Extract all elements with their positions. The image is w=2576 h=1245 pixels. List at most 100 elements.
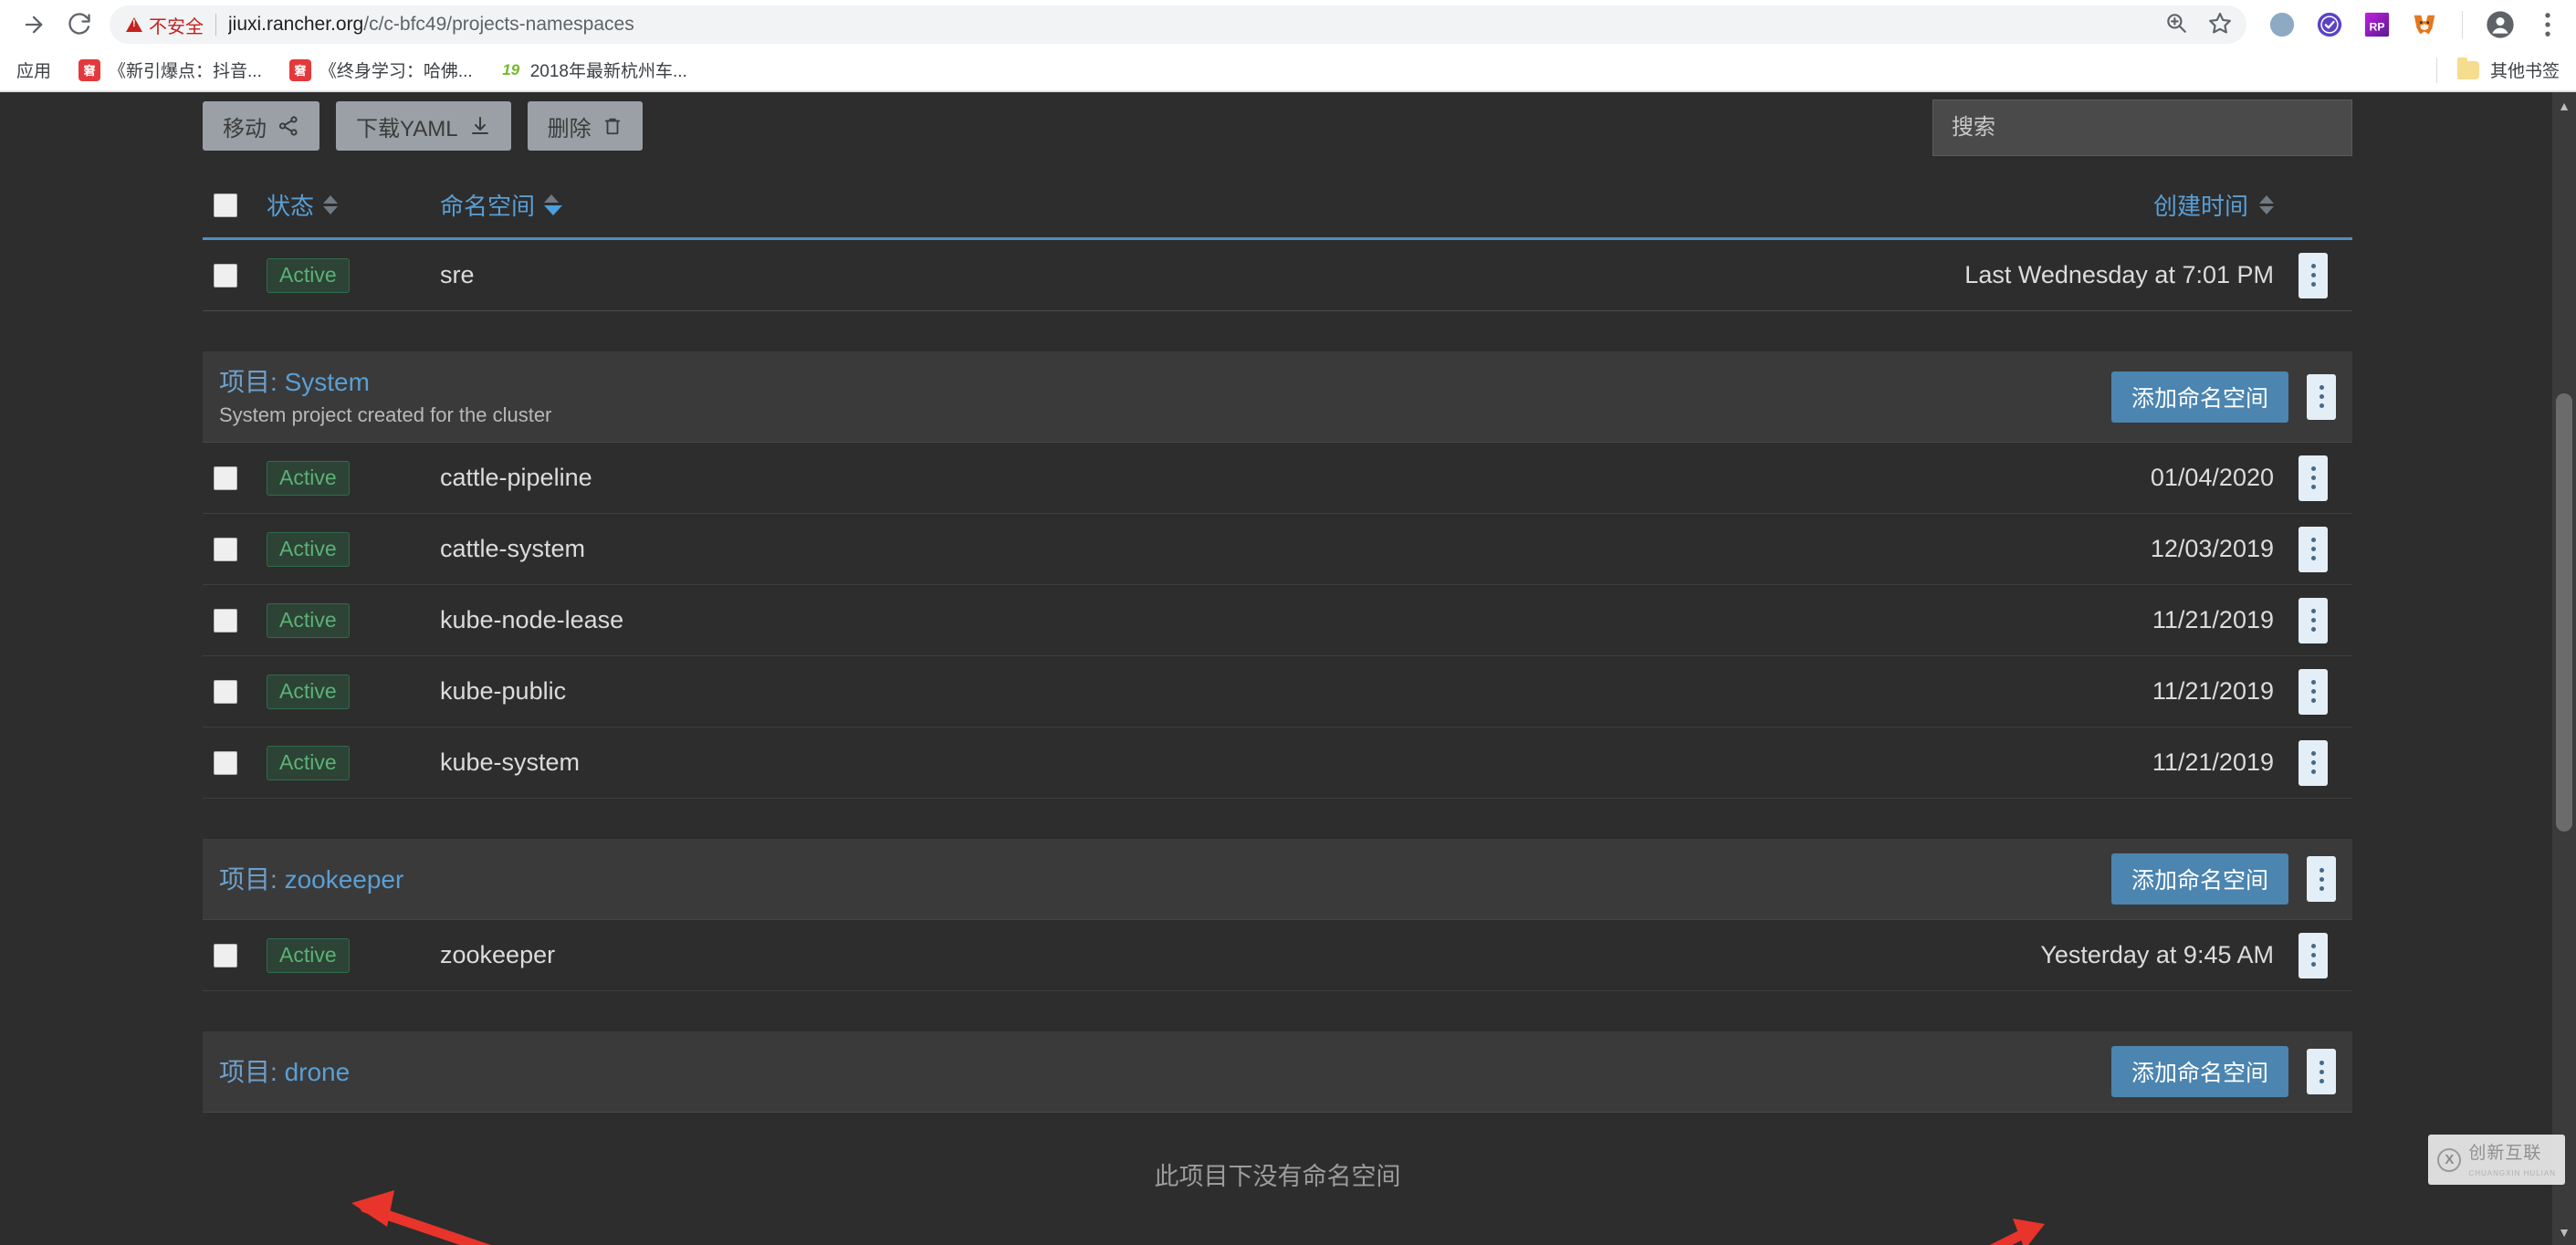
project-actions-kebab-icon[interactable] xyxy=(2307,856,2336,902)
status-badge: Active xyxy=(267,460,350,496)
table-row[interactable]: Active cattle-system 12/03/2019 xyxy=(203,514,2352,585)
profile-avatar-icon[interactable] xyxy=(2485,9,2516,40)
zoom-icon[interactable] xyxy=(2164,11,2188,39)
bookmark-star-icon[interactable] xyxy=(2208,11,2232,39)
namespace-name[interactable]: kube-public xyxy=(440,677,566,706)
delete-button[interactable]: 删除 xyxy=(527,101,643,151)
add-namespace-button[interactable]: 添加命名空间 xyxy=(2110,1046,2288,1097)
table-row[interactable]: Active kube-system 11/21/2019 xyxy=(203,727,2352,799)
bookmark-favicon-icon: 窘 xyxy=(79,58,101,81)
column-header-namespace-label: 命名空间 xyxy=(440,193,536,220)
browser-menu-icon[interactable] xyxy=(2532,9,2563,40)
project-title: 项目: zookeeper xyxy=(219,863,2111,895)
bookmark-item-1[interactable]: 窘 《新引爆点：抖音... xyxy=(79,58,262,82)
row-checkbox[interactable] xyxy=(214,679,237,704)
project-name[interactable]: System xyxy=(285,368,370,396)
sort-created-icon[interactable] xyxy=(2259,195,2274,214)
table-row[interactable]: Active cattle-pipeline 01/04/2020 xyxy=(203,443,2352,514)
created-time: 11/21/2019 xyxy=(2152,677,2274,705)
polkadot-extension-icon[interactable] xyxy=(2267,9,2298,40)
scroll-up-icon[interactable]: ▲ xyxy=(2552,94,2576,118)
row-checkbox[interactable] xyxy=(214,608,237,633)
namespace-name[interactable]: cattle-pipeline xyxy=(440,464,592,492)
bookmark-favicon-icon: 19 xyxy=(499,58,522,81)
other-bookmarks-label[interactable]: 其他书签 xyxy=(2490,58,2560,82)
omnibox[interactable]: 不安全 jiuxi.rancher.org/c/c-bfc49/projects… xyxy=(110,5,2246,44)
sort-namespace-icon[interactable] xyxy=(544,194,563,215)
project-actions-kebab-icon[interactable] xyxy=(2307,373,2336,420)
url-host: jiuxi.rancher.org xyxy=(228,14,364,35)
scroll-down-icon[interactable]: ▼ xyxy=(2552,1220,2576,1244)
bulk-action-bar: 移动 下载YAML 删除 xyxy=(203,92,2352,173)
bookmark-item-2[interactable]: 窘 《终身学习：哈佛... xyxy=(288,58,473,82)
bookmark-label: 《新引爆点：抖音... xyxy=(109,62,262,81)
page-scrollbar[interactable]: ▲ ▼ xyxy=(2552,92,2576,1245)
checkmark-shield-extension-icon[interactable] xyxy=(2314,9,2345,40)
row-actions-kebab-icon[interactable] xyxy=(2299,597,2328,643)
table-row[interactable]: Active zookeeper Yesterday at 9:45 AM xyxy=(203,920,2352,991)
project-actions-kebab-icon[interactable] xyxy=(2307,1049,2336,1094)
project-header-zookeeper: 项目: zookeeper 添加命名空间 xyxy=(203,839,2352,920)
column-header-namespace[interactable]: 命名空间 xyxy=(440,188,1918,222)
row-checkbox[interactable] xyxy=(214,750,237,775)
add-namespace-button[interactable]: 添加命名空间 xyxy=(2110,371,2288,423)
project-header-drone: 项目: drone 添加命名空间 xyxy=(203,1031,2352,1113)
warning-triangle-icon xyxy=(126,17,142,32)
move-button[interactable]: 移动 xyxy=(203,101,319,151)
address-text: jiuxi.rancher.org/c/c-bfc49/projects-nam… xyxy=(228,14,2153,36)
security-warning-label: 不安全 xyxy=(149,16,204,37)
watermark-text: 创新互联 xyxy=(2468,1144,2542,1163)
table-row[interactable]: Active kube-node-lease 11/21/2019 xyxy=(203,585,2352,656)
namespace-name[interactable]: kube-system xyxy=(440,748,580,777)
row-actions-kebab-icon[interactable] xyxy=(2299,526,2328,572)
column-header-created[interactable]: 创建时间 xyxy=(1918,188,2274,222)
empty-state-message: 此项目下没有命名空间 xyxy=(1154,1163,1401,1190)
bookmark-apps[interactable]: 应用 xyxy=(16,58,51,82)
url-path: /c/c-bfc49/projects-namespaces xyxy=(363,14,634,35)
project-label: 项目: xyxy=(219,368,277,396)
annotation-arrow-add-namespace xyxy=(1989,1219,2045,1245)
bookmark-label: 《终身学习：哈佛... xyxy=(319,62,473,81)
created-time: 12/03/2019 xyxy=(2150,535,2274,562)
project-name[interactable]: zookeeper xyxy=(285,865,404,894)
row-actions-kebab-icon[interactable] xyxy=(2299,739,2328,786)
namespace-name[interactable]: kube-node-lease xyxy=(440,606,623,634)
move-label: 移动 xyxy=(223,116,267,141)
browser-toolbar: 不安全 jiuxi.rancher.org/c/c-bfc49/projects… xyxy=(0,0,2576,49)
search-input[interactable] xyxy=(1932,99,2352,156)
trash-icon xyxy=(604,118,620,135)
namespace-name[interactable]: cattle-system xyxy=(440,535,585,563)
row-actions-kebab-icon[interactable] xyxy=(2299,455,2328,501)
forward-arrow-icon[interactable] xyxy=(13,4,55,46)
row-actions-kebab-icon[interactable] xyxy=(2299,252,2328,298)
column-header-state[interactable]: 状态 xyxy=(267,188,440,222)
status-badge: Active xyxy=(267,257,350,293)
rp-extension-icon[interactable]: RP xyxy=(2361,9,2393,40)
table-row[interactable]: Active kube-public 11/21/2019 xyxy=(203,656,2352,727)
namespace-name[interactable]: sre xyxy=(440,261,475,289)
select-all-checkbox[interactable] xyxy=(214,193,237,217)
namespace-name[interactable]: zookeeper xyxy=(440,941,555,969)
row-checkbox[interactable] xyxy=(214,466,237,490)
reload-icon[interactable] xyxy=(58,4,100,46)
status-badge: Active xyxy=(267,602,350,638)
download-yaml-button[interactable]: 下载YAML xyxy=(336,101,511,151)
table-row[interactable]: Active sre Last Wednesday at 7:01 PM xyxy=(203,240,2352,311)
bookmark-item-3[interactable]: 19 2018年最新杭州车... xyxy=(499,58,687,82)
delete-label: 删除 xyxy=(547,116,592,141)
metamask-fox-extension-icon[interactable] xyxy=(2409,9,2440,40)
row-actions-kebab-icon[interactable] xyxy=(2299,668,2328,715)
project-name[interactable]: drone xyxy=(285,1058,351,1086)
created-time: Yesterday at 9:45 AM xyxy=(2040,941,2274,968)
row-checkbox[interactable] xyxy=(214,263,237,288)
row-checkbox[interactable] xyxy=(214,943,237,968)
row-actions-kebab-icon[interactable] xyxy=(2299,932,2328,978)
rancher-namespaces-page: 移动 下载YAML 删除 搜索 状态 命名空间 创建时间 Active sre … xyxy=(0,92,2576,1245)
security-warning[interactable]: 不安全 xyxy=(126,12,204,38)
folder-icon xyxy=(2456,57,2479,79)
add-namespace-button[interactable]: 添加命名空间 xyxy=(2110,853,2288,905)
row-checkbox[interactable] xyxy=(214,537,237,561)
scrollbar-thumb[interactable] xyxy=(2556,393,2572,832)
sort-state-icon[interactable] xyxy=(323,195,339,214)
